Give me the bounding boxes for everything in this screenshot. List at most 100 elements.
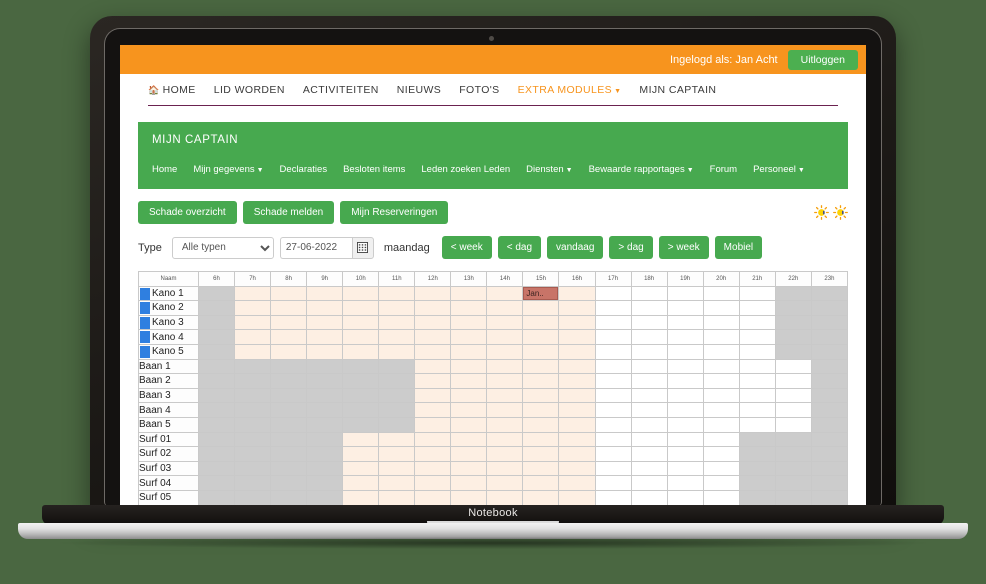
grid-slot[interactable] xyxy=(342,343,380,360)
grid-slot[interactable] xyxy=(270,387,308,404)
grid-slot[interactable] xyxy=(558,300,596,316)
grid-slot[interactable] xyxy=(666,475,704,491)
grid-slot[interactable] xyxy=(522,329,560,345)
grid-slot[interactable] xyxy=(666,460,704,477)
grid-slot[interactable] xyxy=(774,343,812,360)
grid-slot[interactable] xyxy=(810,373,849,389)
grid-slot[interactable] xyxy=(450,329,488,345)
grid-slot[interactable] xyxy=(738,431,776,448)
grid-slot[interactable] xyxy=(594,416,632,433)
grid-slot[interactable] xyxy=(702,373,740,389)
grid-slot[interactable] xyxy=(342,431,380,448)
grid-slot[interactable] xyxy=(702,431,740,448)
grid-slot[interactable] xyxy=(270,402,308,418)
grid-slot[interactable] xyxy=(810,314,849,331)
grid-slot[interactable] xyxy=(197,416,236,433)
grid-slot[interactable] xyxy=(738,475,776,491)
grid-slot[interactable] xyxy=(378,431,416,448)
nav-item-nieuws[interactable]: NIEUWS xyxy=(397,84,441,96)
grid-slot[interactable] xyxy=(522,373,560,389)
grid-slot[interactable] xyxy=(810,358,849,375)
grid-slot[interactable] xyxy=(558,475,596,491)
grid-slot[interactable] xyxy=(630,489,668,506)
grid-slot[interactable] xyxy=(414,358,452,375)
grid-slot[interactable] xyxy=(197,329,236,345)
grid-slot[interactable] xyxy=(306,329,344,345)
grid-slot[interactable] xyxy=(234,416,272,433)
grid-slot[interactable] xyxy=(378,373,416,389)
subnav-item-personeel[interactable]: Personeel ▼ xyxy=(753,164,805,175)
grid-slot[interactable] xyxy=(486,300,524,316)
grid-slot[interactable] xyxy=(234,402,272,418)
subnav-item-declaraties[interactable]: Declaraties xyxy=(280,164,328,175)
grid-slot[interactable] xyxy=(810,285,849,302)
grid-slot[interactable] xyxy=(558,460,596,477)
grid-slot[interactable] xyxy=(306,431,344,448)
grid-slot[interactable] xyxy=(558,402,596,418)
grid-slot[interactable] xyxy=(342,416,380,433)
grid-slot[interactable] xyxy=(270,489,308,506)
grid-slot[interactable] xyxy=(306,300,344,316)
grid-slot[interactable] xyxy=(558,373,596,389)
grid-slot[interactable] xyxy=(810,431,849,448)
grid-slot[interactable] xyxy=(414,300,452,316)
grid-slot[interactable] xyxy=(234,446,272,462)
subnav-item-bewaarde-rapportages[interactable]: Bewaarde rapportages ▼ xyxy=(589,164,694,175)
grid-slot[interactable] xyxy=(234,358,272,375)
prev-week-button[interactable]: < week xyxy=(441,236,492,259)
subnav-item-home[interactable]: Home xyxy=(152,164,177,175)
grid-slot[interactable] xyxy=(666,387,704,404)
grid-slot[interactable] xyxy=(450,489,488,506)
grid-slot[interactable] xyxy=(342,387,380,404)
grid-slot[interactable] xyxy=(594,285,632,302)
grid-slot[interactable] xyxy=(234,314,272,331)
grid-slot[interactable] xyxy=(234,460,272,477)
grid-slot[interactable] xyxy=(666,373,704,389)
grid-slot[interactable] xyxy=(630,416,668,433)
today-button[interactable]: vandaag xyxy=(547,236,604,259)
grid-slot[interactable] xyxy=(810,300,849,316)
grid-slot-reserved[interactable]: Jan.. xyxy=(522,285,560,302)
grid-slot[interactable] xyxy=(666,416,704,433)
grid-slot[interactable] xyxy=(197,431,236,448)
grid-slot[interactable] xyxy=(378,343,416,360)
grid-slot[interactable] xyxy=(450,446,488,462)
grid-slot[interactable] xyxy=(522,431,560,448)
grid-slot[interactable] xyxy=(378,329,416,345)
grid-slot[interactable] xyxy=(594,446,632,462)
grid-slot[interactable] xyxy=(197,300,236,316)
grid-slot[interactable] xyxy=(666,343,704,360)
grid-slot[interactable] xyxy=(450,431,488,448)
grid-slot[interactable] xyxy=(270,358,308,375)
nav-item-extra-modules[interactable]: EXTRA MODULES ▼ xyxy=(518,84,622,96)
grid-slot[interactable] xyxy=(558,358,596,375)
grid-slot[interactable] xyxy=(306,358,344,375)
date-input[interactable] xyxy=(279,236,352,259)
grid-slot[interactable] xyxy=(378,387,416,404)
grid-slot[interactable] xyxy=(810,387,849,404)
grid-slot[interactable] xyxy=(306,373,344,389)
grid-slot[interactable] xyxy=(630,387,668,404)
grid-slot[interactable] xyxy=(306,489,344,506)
grid-slot[interactable] xyxy=(522,300,560,316)
grid-slot[interactable] xyxy=(666,285,704,302)
grid-slot[interactable] xyxy=(738,285,776,302)
grid-slot[interactable] xyxy=(702,285,740,302)
grid-slot[interactable] xyxy=(630,431,668,448)
grid-slot[interactable] xyxy=(774,373,812,389)
grid-slot[interactable] xyxy=(702,475,740,491)
nav-item-lid-worden[interactable]: LID WORDEN xyxy=(214,84,285,96)
grid-slot[interactable] xyxy=(594,460,632,477)
grid-slot[interactable] xyxy=(738,314,776,331)
grid-slot[interactable] xyxy=(414,446,452,462)
grid-slot[interactable] xyxy=(378,300,416,316)
grid-slot[interactable] xyxy=(774,431,812,448)
grid-slot[interactable] xyxy=(666,489,704,506)
grid-slot[interactable] xyxy=(342,358,380,375)
grid-slot[interactable] xyxy=(197,446,236,462)
grid-slot[interactable] xyxy=(378,416,416,433)
grid-slot[interactable] xyxy=(414,314,452,331)
grid-slot[interactable] xyxy=(197,358,236,375)
grid-slot[interactable] xyxy=(306,285,344,302)
grid-slot[interactable] xyxy=(414,343,452,360)
